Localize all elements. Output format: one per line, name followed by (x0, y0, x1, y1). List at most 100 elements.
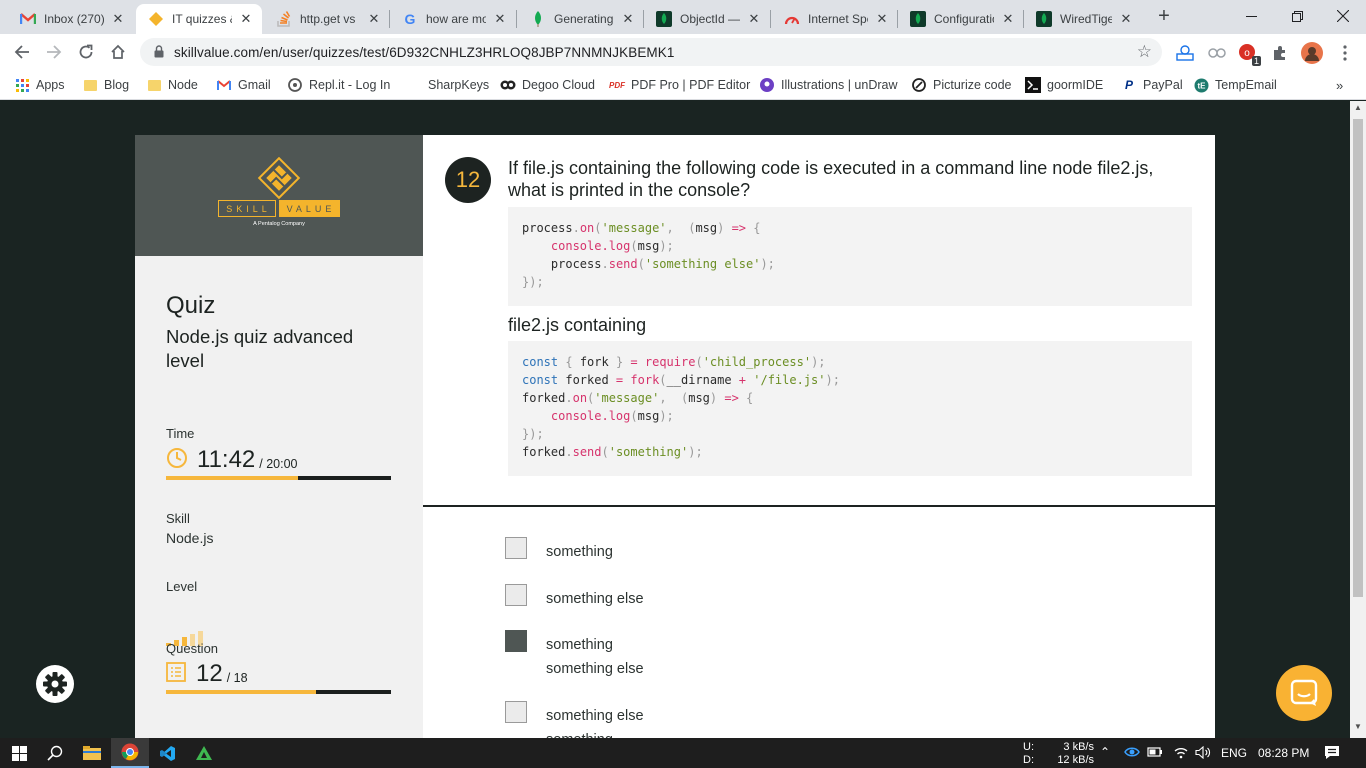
minimize-button[interactable] (1228, 0, 1274, 32)
time-progress-bar (166, 476, 391, 480)
gmail-icon (216, 77, 232, 93)
close-tab-icon[interactable]: ✕ (1000, 11, 1016, 27)
scrollbar-thumb[interactable] (1353, 119, 1363, 597)
home-button[interactable] (104, 38, 132, 66)
extension-badge-icon[interactable]: o 1 (1237, 42, 1261, 66)
question-progress-bar (166, 690, 391, 694)
back-button[interactable] (8, 38, 36, 66)
vscode-icon (159, 745, 175, 761)
tray-volume-icon[interactable] (1195, 745, 1211, 762)
code-line: process.send('something else'); (522, 257, 775, 271)
bookmark-star-icon[interactable]: ☆ (1137, 42, 1152, 62)
tab-generating[interactable]: Generating ✕ (518, 4, 644, 34)
tab-how-are[interactable]: G how are mo ✕ (390, 4, 516, 34)
bookmark-apps[interactable]: Apps (14, 76, 65, 94)
mongodb-docs-icon (910, 11, 926, 27)
bookmark-node[interactable]: Node (146, 76, 198, 94)
question-text: If file.js containing the following code… (508, 158, 1154, 200)
tab-objectid[interactable]: ObjectId — ✕ (644, 4, 770, 34)
quiz-heading: Quiz (166, 292, 216, 319)
taskbar-vscode[interactable] (148, 738, 186, 768)
profile-avatar-icon[interactable] (1301, 42, 1323, 64)
time-total: / 20:00 (259, 456, 298, 471)
question-counter: 12 / 18 (166, 659, 248, 689)
taskbar-search-button[interactable] (36, 738, 74, 768)
tab-label: ObjectId — (680, 12, 740, 26)
tab-http-get[interactable]: http.get vs ✕ (264, 4, 390, 34)
bookmark-goormide[interactable]: goormIDE (1025, 76, 1103, 94)
scroll-up-arrow-icon[interactable]: ▲ (1350, 103, 1366, 117)
bookmark-pdf-pro[interactable]: PDF PDF Pro | PDF Editor (609, 76, 750, 94)
address-bar[interactable]: skillvalue.com/en/user/quizzes/test/6D93… (140, 38, 1162, 66)
bookmark-tempemail[interactable]: tE TempEmail (1193, 76, 1277, 94)
bookmark-picturize[interactable]: Picturize code (911, 76, 1012, 94)
close-tab-icon[interactable]: ✕ (1118, 11, 1134, 27)
reload-button[interactable] (72, 38, 100, 66)
extensions-puzzle-icon[interactable] (1269, 42, 1291, 64)
bookmark-label: Picturize code (933, 78, 1012, 92)
bookmark-undraw[interactable]: Illustrations | unDraw (759, 76, 898, 94)
close-window-button[interactable] (1320, 0, 1366, 32)
tab-separator (516, 10, 517, 28)
bookmark-label: PDF Pro | PDF Editor (631, 78, 751, 92)
answer-text: something else something (546, 704, 644, 738)
close-tab-icon[interactable]: ✕ (492, 11, 508, 27)
tab-it-quizzes[interactable]: IT quizzes & ✕ (136, 4, 262, 34)
answer-line: something (546, 544, 613, 560)
tray-eye-icon[interactable] (1124, 746, 1140, 761)
answer-checkbox[interactable] (505, 537, 527, 559)
close-tab-icon[interactable]: ✕ (620, 11, 636, 27)
skill-label: Skill (166, 511, 190, 526)
code-line: const { fork } = require('child_process'… (522, 355, 826, 369)
tray-battery-icon[interactable] (1147, 746, 1163, 761)
taskbar-clock[interactable]: 08:28 PM (1258, 746, 1309, 760)
page-scrollbar[interactable]: ▲ ▼ (1350, 101, 1366, 738)
close-tab-icon[interactable]: ✕ (746, 11, 762, 27)
answer-checkbox-checked[interactable] (505, 630, 527, 652)
bookmark-degoo[interactable]: Degoo Cloud (500, 76, 595, 94)
bookmark-paypal[interactable]: P PayPal (1121, 76, 1183, 94)
taskbar-chrome[interactable] (111, 738, 149, 768)
tab-configuration[interactable]: Configuratio ✕ (898, 4, 1024, 34)
bookmark-replit[interactable]: Repl.it - Log In (287, 76, 390, 94)
taskbar-app-green[interactable] (185, 738, 223, 768)
tab-label: Inbox (270) & (44, 12, 104, 26)
tab-wiredtiger[interactable]: WiredTiger ✕ (1024, 4, 1142, 34)
input-language[interactable]: ENG (1221, 746, 1247, 760)
bookmarks-overflow-chevron-icon[interactable]: » (1336, 76, 1343, 94)
close-tab-icon[interactable]: ✕ (874, 11, 890, 27)
extension-cloud-icon[interactable] (1174, 42, 1196, 64)
bookmark-sharpkeys[interactable]: SharpKeys (406, 76, 489, 94)
quiz-name: Node.js quiz advanced level (166, 326, 354, 371)
mongodb-docs-icon (656, 11, 672, 27)
question-card: 12 If file.js containing the following c… (423, 135, 1215, 738)
answer-checkbox[interactable] (505, 701, 527, 723)
chat-widget-button[interactable] (1276, 665, 1332, 721)
scroll-down-arrow-icon[interactable]: ▼ (1350, 722, 1366, 736)
close-tab-icon[interactable]: ✕ (238, 11, 254, 27)
tab-separator (1023, 10, 1024, 28)
tab-internet-speed[interactable]: Internet Spe ✕ (772, 4, 898, 34)
stackoverflow-icon (276, 11, 292, 27)
extension-link-icon[interactable] (1206, 42, 1228, 64)
time-value: 11:42 (197, 446, 256, 473)
restore-button[interactable] (1274, 0, 1320, 32)
tab-inbox[interactable]: Inbox (270) & ✕ (8, 4, 134, 34)
close-tab-icon[interactable]: ✕ (366, 11, 382, 27)
start-button[interactable] (0, 738, 38, 768)
bookmark-gmail[interactable]: Gmail (216, 76, 271, 94)
tray-show-hidden-chevron-icon[interactable]: ⌃ (1100, 745, 1110, 759)
answer-line: something else (546, 708, 644, 724)
close-tab-icon[interactable]: ✕ (110, 11, 126, 27)
time-progress-fill (166, 476, 298, 480)
new-tab-button[interactable]: + (1152, 5, 1176, 29)
action-center-icon[interactable] (1324, 745, 1340, 763)
svg-text:tE: tE (1197, 81, 1206, 90)
answer-checkbox[interactable] (505, 584, 527, 606)
bookmark-blog[interactable]: Blog (82, 76, 129, 94)
taskbar-file-explorer[interactable] (73, 738, 111, 768)
tray-wifi-icon[interactable] (1173, 746, 1189, 762)
forward-button[interactable] (40, 38, 68, 66)
chrome-menu-icon[interactable] (1334, 42, 1356, 64)
settings-gear-button[interactable] (36, 665, 74, 703)
